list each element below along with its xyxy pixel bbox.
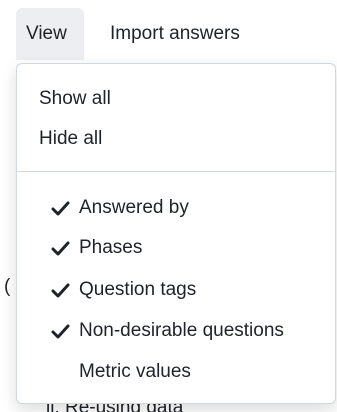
page: ( ii. Re-using data View Import answers … <box>0 0 337 412</box>
menu-divider <box>17 171 335 172</box>
show-all-menu-item[interactable]: Show all <box>17 79 335 119</box>
view-dropdown-menu: Show all Hide all Answered by Phases Que… <box>16 63 336 404</box>
menu-item-label: Show all <box>39 88 111 109</box>
toggle-question-tags[interactable]: Question tags <box>17 270 335 310</box>
toggle-metric-values[interactable]: Metric values <box>17 352 335 392</box>
checkmark-icon <box>51 228 79 268</box>
menu-item-label: Non-desirable questions <box>79 320 284 341</box>
view-menu-label: View <box>26 23 67 44</box>
checkmark-icon <box>51 311 79 351</box>
menubar: View Import answers <box>0 0 337 64</box>
checkmark-icon <box>51 188 79 228</box>
view-menu-button[interactable]: View <box>16 8 84 60</box>
toggle-phases[interactable]: Phases <box>17 228 335 268</box>
toggle-answered-by[interactable]: Answered by <box>17 188 335 228</box>
hide-all-menu-item[interactable]: Hide all <box>17 119 335 159</box>
toggle-non-desirable-questions[interactable]: Non-desirable questions <box>17 311 335 351</box>
checkmark-icon <box>51 270 79 310</box>
menu-item-label: Question tags <box>79 279 197 300</box>
menu-item-label: Metric values <box>79 361 191 382</box>
menu-item-label: Answered by <box>79 197 189 218</box>
import-answers-button[interactable]: Import answers <box>110 8 240 60</box>
import-answers-label: Import answers <box>110 23 240 44</box>
background-text-fragment: ( <box>4 276 11 297</box>
menu-item-label: Hide all <box>39 128 103 149</box>
menu-item-label: Phases <box>79 237 143 258</box>
checkmark-icon <box>51 352 79 392</box>
